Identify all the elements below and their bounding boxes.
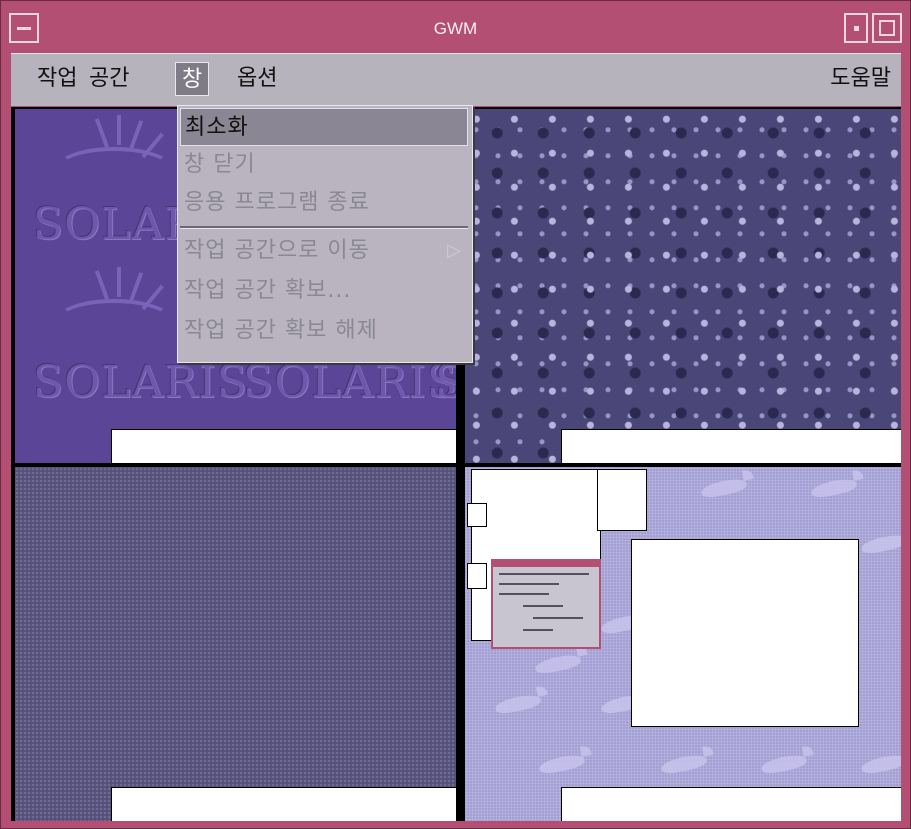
dolphin-icon [538,752,586,776]
dolphin-icon [534,652,582,676]
submenu-arrow-icon: ▷ [447,240,462,261]
window-thumbnail[interactable] [631,539,859,727]
window-thumbnail[interactable] [561,429,901,463]
solaris-sun-logo [55,115,175,197]
window-thumbnail[interactable] [597,469,647,531]
menu-item-label: 작업 공간으로 이동 [184,238,370,263]
menu-separator [180,226,468,229]
menu-item-release-workspace[interactable]: 작업 공간 확보 해제 [180,312,468,350]
dolphin-icon [860,532,901,556]
dolphin-icon [860,752,901,776]
menu-help[interactable]: 도움말 [824,62,897,96]
solaris-logo-text: SOLARIS [243,357,456,408]
menu-item-occupy-workspace[interactable]: 작업 공간 확보... [180,272,468,310]
minimize-button[interactable] [844,13,868,43]
maximize-icon [879,20,895,36]
title-bar[interactable]: GWM [9,13,902,47]
window-title: GWM [433,19,478,38]
window-thumbnail[interactable] [467,503,487,527]
gwm-window-thumbnail[interactable] [491,559,601,649]
dolphin-icon [660,752,708,776]
menu-space[interactable]: 공간 [83,62,135,96]
gwm-window: GWM 작업 공간 창 옵션 도움말 SOLARIS SOLARIS SOLAR… [0,0,911,829]
menu-options[interactable]: 옵션 [231,62,283,96]
window-thumbnail[interactable] [111,429,456,463]
window-thumbnail[interactable] [111,787,456,821]
menu-item-move-to-workspace[interactable]: 작업 공간으로 이동 ▷ [180,232,468,270]
dolphin-icon [810,476,858,500]
workspace-2[interactable] [465,109,901,463]
window-thumbnail[interactable] [561,787,901,821]
minimize-icon [854,26,859,31]
menu-workspace[interactable]: 작업 [31,62,83,96]
dolphin-icon [760,752,808,776]
dolphin-icon [494,692,542,716]
menu-item-quit-application[interactable]: 응용 프로그램 종료 [180,184,468,222]
workspace-4[interactable] [465,467,901,821]
solaris-logo-text: SOLARIS [435,357,456,408]
menu-bar: 작업 공간 창 옵션 도움말 [11,53,901,106]
solaris-sun-logo [55,267,175,349]
window-thumbnail[interactable] [467,563,487,589]
workspace-3[interactable] [15,467,456,821]
dolphin-icon [700,476,748,500]
menu-item-minimize[interactable]: 최소화 [180,108,468,146]
menu-item-close-window[interactable]: 창 닫기 [180,146,468,184]
maximize-button[interactable] [872,13,902,43]
menu-window[interactable]: 창 [175,62,210,96]
solaris-logo-text: SOLARIS [33,357,248,408]
window-menu-dropdown: 최소화 창 닫기 응용 프로그램 종료 작업 공간으로 이동 ▷ 작업 공간 확… [177,105,473,363]
